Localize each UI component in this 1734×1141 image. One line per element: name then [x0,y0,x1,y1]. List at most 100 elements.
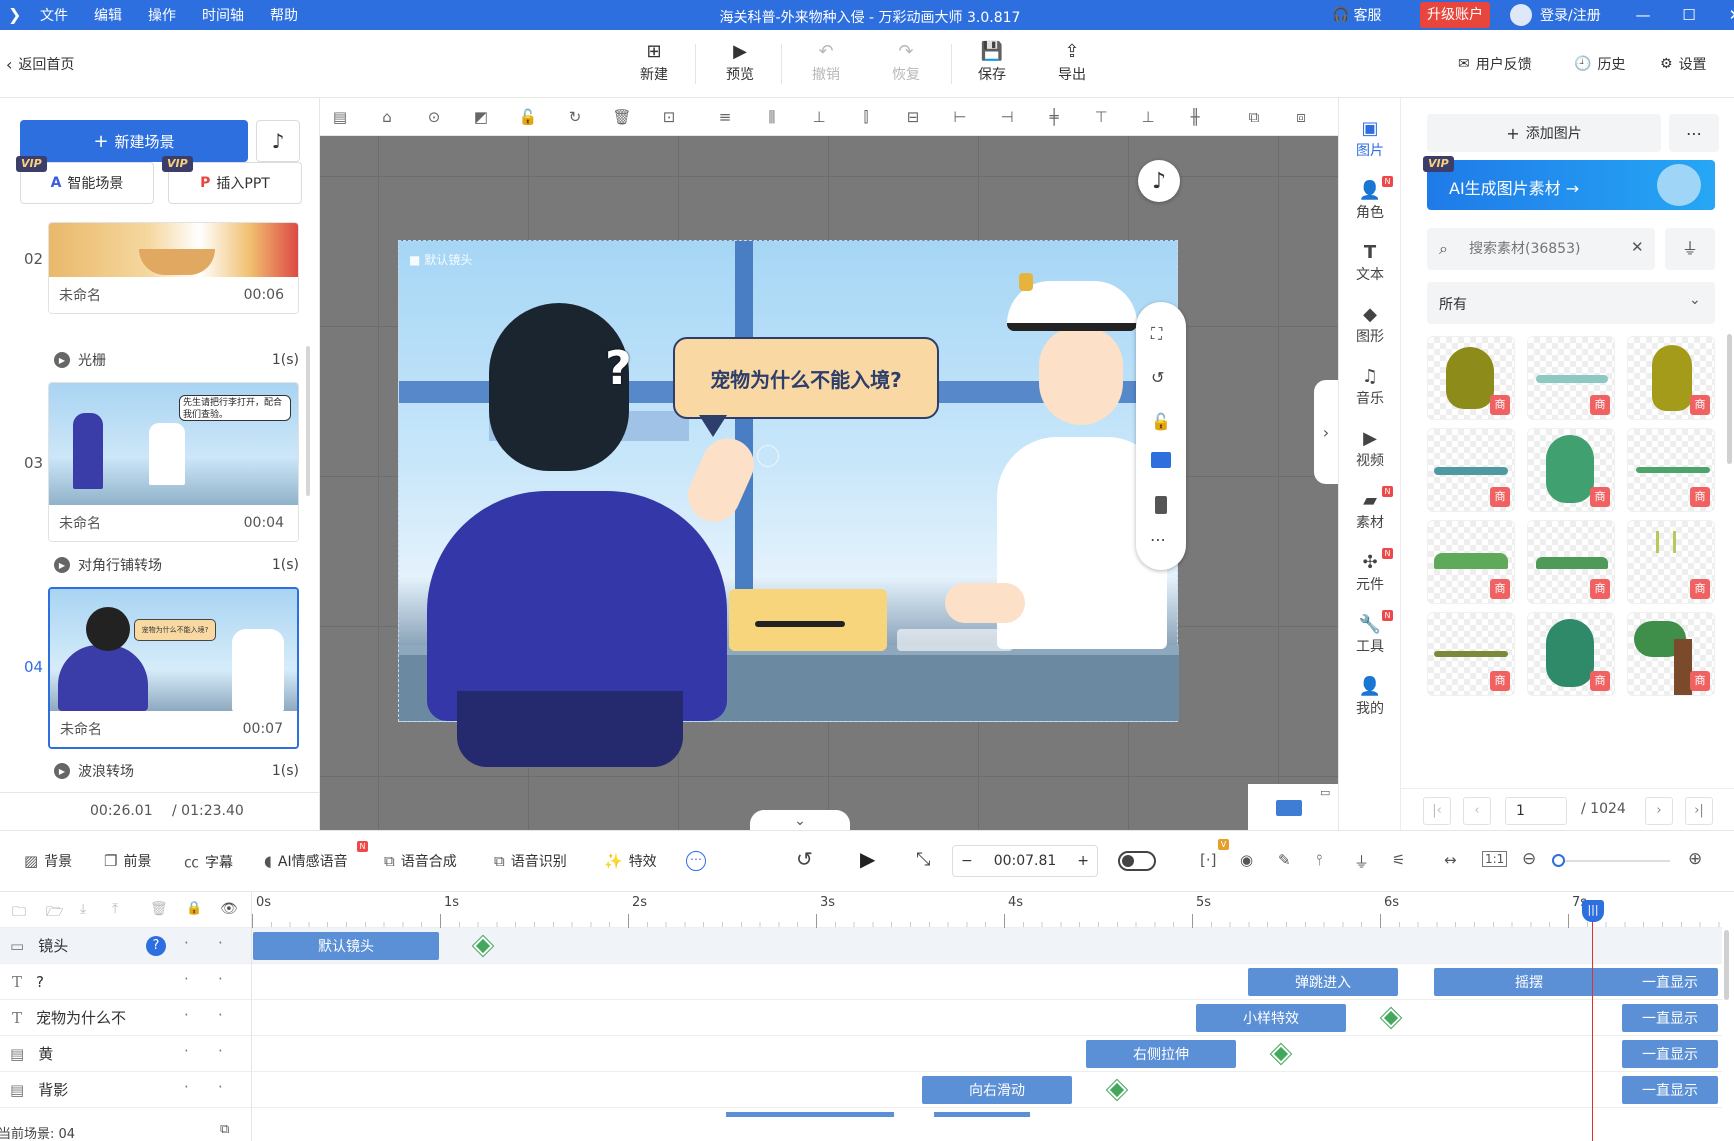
flip-icon[interactable]: ◩ [471,107,491,127]
add-folder-icon[interactable]: 🗀 [12,901,26,925]
zoom-out-icon[interactable]: ⊖ [1522,849,1536,869]
transition-item[interactable]: ▶ 光栅 1(s) [54,350,299,370]
material-thumb[interactable]: 商 [1627,520,1715,604]
timeline-clip[interactable]: 一直显示 [1622,968,1718,996]
rail-item-mine[interactable]: 👤 我的 [1339,676,1401,718]
music-note-icon[interactable]: ♪ [1138,160,1180,202]
home-icon[interactable]: ⌂ [377,107,397,127]
material-thumb[interactable]: 商 [1627,428,1715,512]
material-thumb[interactable]: 商 [1427,336,1515,420]
lock-dot[interactable]: · [184,970,189,988]
replay-icon[interactable]: ↺ [796,847,813,871]
close-icon[interactable]: ✕ [1712,0,1734,30]
move-up-icon[interactable]: ⤒ [112,901,118,917]
rail-item-character[interactable]: N 👤 角色 [1339,176,1401,222]
lock-dot[interactable]: · [184,1042,189,1060]
rail-item-image[interactable]: ▣ 图片 [1339,118,1401,160]
align-vcenter-icon[interactable]: ⫼ [762,107,782,127]
distribute-h-icon[interactable]: ⫿ [856,107,876,127]
minus-icon[interactable]: − [961,853,973,869]
filter-icon[interactable]: ⏚ [1354,851,1369,872]
feedback-button[interactable]: ✉ 用户反馈 [1458,54,1532,74]
material-thumb[interactable]: 商 [1527,428,1615,512]
menu-timeline[interactable]: 时间轴 [202,5,244,25]
lock-dot[interactable]: · [184,1078,189,1096]
more-icon[interactable]: ⋯ [1150,530,1166,549]
track-back-figure[interactable]: 向右滑动 一直显示 [252,1072,1722,1108]
bracket-icon[interactable]: [·] [1200,851,1216,869]
speech-bubble[interactable]: 宠物为什么不能入境? [673,337,939,419]
timeline-clip[interactable]: 小样特效 [1196,1004,1346,1032]
track-question[interactable]: 弹跳进入 摇摆 一直显示 [252,964,1722,1000]
track-speech[interactable]: 小样特效 一直显示 [252,1000,1722,1036]
last-page-icon[interactable]: ›| [1685,797,1713,825]
fit-icon[interactable]: ⊡ [659,107,679,127]
scene-card-02[interactable]: 未命名 00:06 [48,222,299,314]
lock-dot[interactable]: · [184,1006,189,1024]
move-down-icon[interactable]: ⤓ [80,901,86,917]
visibility-dot[interactable]: · [218,1006,223,1024]
more-circle-icon[interactable]: ⊙ [424,107,444,127]
first-page-icon[interactable]: |‹ [1423,797,1451,825]
tts-button[interactable]: ⧉ 语音合成 [384,851,457,871]
minimize-icon[interactable]: — [1620,0,1666,30]
play-icon[interactable]: ▶ [860,847,875,871]
playhead-handle[interactable]: ||| [1582,900,1604,922]
export-button[interactable]: ⇪ 导出 [1037,40,1107,84]
align-bottom-icon[interactable]: ⊥ [809,107,829,127]
align-top-edge-icon[interactable]: ⊤ [1091,107,1111,127]
rotate-icon[interactable]: ↻ [565,107,585,127]
music-note-icon[interactable]: ♪ [256,120,300,162]
time-ruler[interactable]: 0s 1s 2s 3s 4s 5s 6s 7s [252,892,1722,928]
lock-dot[interactable]: · [184,934,189,952]
service-link[interactable]: 🎧 客服 [1332,0,1381,30]
menu-help[interactable]: 帮助 [270,5,298,25]
visibility-dot[interactable]: · [218,970,223,988]
camera-icon[interactable]: ◉ [1240,851,1253,869]
copy-icon[interactable]: ⧉ [1244,107,1264,127]
rotate-icon[interactable]: ↺ [1151,368,1164,387]
menu-operate[interactable]: 操作 [148,5,176,25]
layer-row[interactable]: T 宠物为什么不 · · [0,1000,252,1036]
align-middle-icon[interactable]: ╫ [1185,107,1205,127]
back-home-button[interactable]: ‹ 返回首页 [6,54,74,74]
fit-width-icon[interactable]: ↔ [1444,851,1457,869]
timeline-clip[interactable]: 一直显示 [1622,1004,1718,1032]
align-top-icon[interactable]: ≡ [715,107,735,127]
question-mark[interactable]: ? [605,341,632,395]
align-bottom-edge-icon[interactable]: ⊥ [1138,107,1158,127]
mini-preview[interactable]: ▭ [1248,784,1338,830]
partial-clip[interactable] [934,1112,1030,1117]
align-center-icon[interactable]: ╪ [1044,107,1064,127]
keyframe-icon[interactable] [1107,1080,1127,1100]
portrait-icon[interactable] [1155,496,1167,514]
redo-button[interactable]: ↷ 恢复 [871,40,941,84]
timeline-clip[interactable]: 右侧拉伸 [1086,1040,1236,1068]
distribute-v-icon[interactable]: ⊟ [903,107,923,127]
category-select[interactable]: 所有 ⌄ [1427,282,1715,324]
lock-icon[interactable]: 🔓 [1151,412,1171,431]
plus-icon[interactable]: + [1077,853,1089,869]
rail-item-text[interactable]: T 文本 [1339,242,1401,284]
prev-page-icon[interactable]: ‹ [1463,797,1491,825]
more-icon[interactable]: ⋯ [1669,114,1719,152]
history-button[interactable]: 🕘 历史 [1574,54,1625,74]
time-stepper[interactable]: − 00:07.81 + [952,845,1098,877]
scrollbar[interactable] [306,346,310,496]
timeline-clip[interactable]: 摇摆 [1434,968,1624,996]
search-box[interactable]: ⌕ ✕ [1427,228,1655,270]
timeline-clip[interactable]: 弹跳进入 [1248,968,1398,996]
filter-icon[interactable]: ⏚ [1665,228,1715,270]
chevron-down-icon[interactable]: ⌄ [750,810,850,830]
more-tools-icon[interactable]: ⋯ [686,851,706,871]
visibility-dot[interactable]: · [218,934,223,952]
transition-item[interactable]: ▶ 对角行铺转场 1(s) [54,555,299,575]
material-thumb[interactable]: 商 [1427,520,1515,604]
scene-card-04[interactable]: 宠物为什么不能入境? 未命名 00:07 [48,587,299,749]
material-thumb[interactable]: 商 [1527,520,1615,604]
speech-recognition-button[interactable]: ⧉ 语音识别 [494,851,567,871]
material-thumb[interactable]: 商 [1427,612,1515,696]
actual-size-icon[interactable]: 1:1 [1482,851,1508,867]
material-thumb[interactable]: 商 [1427,428,1515,512]
help-icon[interactable]: ? [146,936,166,956]
